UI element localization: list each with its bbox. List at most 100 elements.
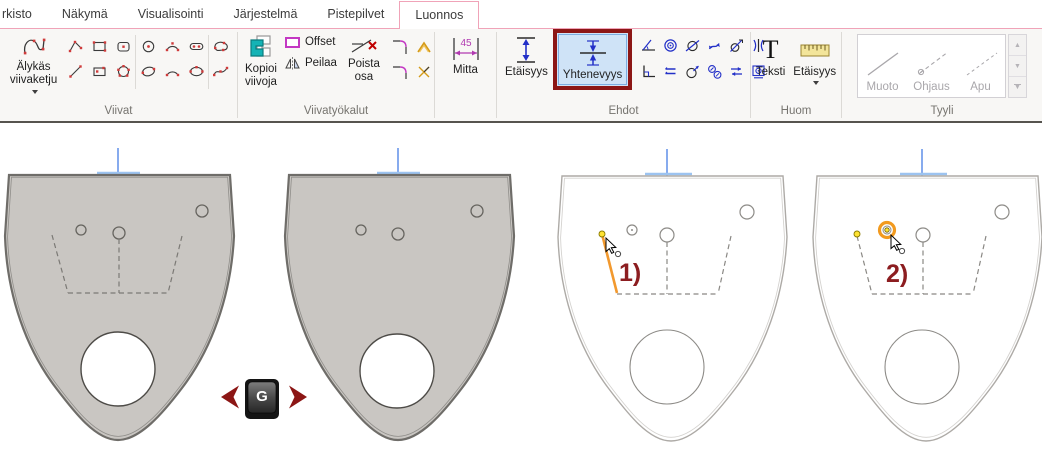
coincident-constraint-icon <box>576 37 610 69</box>
distance-annotation-button[interactable]: Etäisyys <box>789 32 840 87</box>
group-label-ehdot: Ehdot <box>497 105 750 121</box>
smart-line-chain-icon <box>21 34 47 58</box>
copy-lines-label: Kopioi viivoja <box>245 63 277 88</box>
coincident-constraint-label: Yhtenevyys <box>563 69 622 82</box>
arc-by-points-button[interactable] <box>160 60 184 83</box>
large-hole[interactable] <box>81 332 155 406</box>
connect-constraint-button[interactable] <box>702 34 726 57</box>
smart-line-chain-button[interactable]: Älykäs viivaketju <box>4 32 63 101</box>
tab-luonnos[interactable]: Luonnos <box>399 1 479 29</box>
polyline-button[interactable] <box>63 35 87 58</box>
coincident-constraint-button[interactable]: Yhtenevyys <box>558 34 627 85</box>
gallery-scroll-up-button[interactable]: ▲ <box>1009 35 1026 56</box>
gallery-more-button[interactable]: ▼ <box>1009 77 1026 97</box>
style-muoto[interactable]: Muoto <box>858 35 907 97</box>
large-hole[interactable] <box>885 330 959 404</box>
yhtenevyys-highlight-box: Yhtenevyys <box>553 29 632 90</box>
mirror-button[interactable]: Peilaa <box>282 53 339 74</box>
tab-pistepilvet[interactable]: Pistepilvet <box>312 1 399 28</box>
dimension-button[interactable]: 45 Mitta <box>445 32 487 79</box>
line-endpoint-handle[interactable] <box>599 231 605 237</box>
style-ohjaus[interactable]: Ohjaus <box>907 35 956 97</box>
plate-shaded[interactable] <box>285 148 514 440</box>
tab-jarjestelma[interactable]: Järjestelmä <box>219 1 313 28</box>
gallery-scroll-down-button[interactable]: ▼ <box>1009 56 1026 77</box>
trim-corner-button[interactable] <box>412 60 436 83</box>
perpendicular-constraint-button[interactable] <box>636 60 660 83</box>
slot-button[interactable] <box>184 35 208 58</box>
rounded-rectangle-button[interactable] <box>111 35 135 58</box>
equal-constraint-button[interactable] <box>724 60 748 83</box>
group-label-mitta <box>435 118 496 121</box>
hole-center-point <box>631 229 633 231</box>
chamfer-button[interactable] <box>412 35 436 58</box>
text-label: Teksti <box>756 66 785 79</box>
distance-constraint-icon <box>509 34 543 66</box>
distance-annotation-label: Etäisyys <box>793 66 836 79</box>
line-button[interactable] <box>63 60 87 83</box>
text-icon: T <box>763 34 779 66</box>
distance-constraint-button[interactable]: Etäisyys <box>501 32 552 81</box>
polygon-button[interactable] <box>111 60 135 83</box>
plate-shaded-with-sketch[interactable] <box>5 148 234 440</box>
tangent-constraint-button[interactable] <box>680 34 704 57</box>
style-muoto-label: Muoto <box>867 81 899 94</box>
tab-visualisointi[interactable]: Visualisointi <box>123 1 219 28</box>
construction-line-style-icon <box>961 49 1001 79</box>
group-label-tyyli: Tyyli <box>842 105 1042 121</box>
ellipse-by-points-button[interactable] <box>184 60 208 83</box>
rectangle-by-center-button[interactable] <box>87 60 111 83</box>
copy-lines-button[interactable]: Kopioi viivoja <box>242 32 280 90</box>
offset-label: Offset <box>305 36 335 49</box>
style-apu[interactable]: Apu <box>956 35 1005 97</box>
offset-button[interactable]: Offset <box>282 32 339 53</box>
tangent-point-constraint-button[interactable] <box>724 34 748 57</box>
tangent-arrow-constraint-button[interactable] <box>680 60 704 83</box>
group-tyyli: Muoto Ohjaus Apu ▲ ▼ <box>842 29 1042 121</box>
chevron-down-icon <box>32 90 38 94</box>
equal-radius-constraint-button[interactable] <box>702 60 726 83</box>
plate-sketch-step1[interactable]: 1) <box>558 149 787 441</box>
dimension-label: Mitta <box>453 64 478 77</box>
circle-by-center-button[interactable] <box>136 35 160 58</box>
smart-line-chain-label: Älykäs viivaketju <box>10 61 57 86</box>
drawing-canvas[interactable]: G 1) <box>0 123 1042 467</box>
step1-label: 1) <box>619 259 641 287</box>
ellipse-button[interactable] <box>136 60 160 83</box>
fillet-corner-button[interactable] <box>388 60 412 83</box>
line-endpoint-handle[interactable] <box>854 231 860 237</box>
style-ohjaus-label: Ohjaus <box>913 81 949 94</box>
concentric-constraint-button[interactable] <box>658 34 682 57</box>
ribbon-tab-bar: rkisto Näkymä Visualisointi Järjestelmä … <box>0 0 1042 28</box>
closed-spline-button[interactable] <box>209 35 233 58</box>
dashed-line-style-icon <box>912 49 952 79</box>
group-viivat: Älykäs viivaketju <box>0 29 237 121</box>
group-viivatyokalut: Kopioi viivoja Offset Peilaa <box>238 29 434 121</box>
text-button[interactable]: T Teksti <box>752 32 789 81</box>
step2-label: 2) <box>886 260 908 288</box>
style-apu-label: Apu <box>970 81 990 94</box>
dimension-icon: 45 <box>449 34 483 64</box>
tab-arkisto[interactable]: rkisto <box>0 1 47 28</box>
plate-sketch-step2[interactable]: 2) <box>813 149 1042 441</box>
parallel-constraint-button[interactable] <box>658 60 682 83</box>
rectangle-button[interactable] <box>87 35 111 58</box>
tab-nakyma[interactable]: Näkymä <box>47 1 123 28</box>
mirror-icon <box>284 56 301 71</box>
trim-button[interactable]: Poista osa <box>344 32 384 86</box>
group-mitta: 45 Mitta <box>435 29 496 121</box>
style-gallery: Muoto Ohjaus Apu <box>857 34 1006 98</box>
copy-lines-icon <box>248 34 274 60</box>
large-hole[interactable] <box>360 334 434 408</box>
gallery-scrollbar: ▲ ▼ ▼ <box>1008 34 1027 98</box>
large-hole[interactable] <box>630 330 704 404</box>
fillet-button[interactable] <box>388 35 412 58</box>
spline-button[interactable] <box>209 60 233 83</box>
mirror-label: Peilaa <box>305 57 337 70</box>
group-label-huom: Huom <box>751 105 841 121</box>
keyboard-hint: G <box>221 379 307 419</box>
angle-constraint-button[interactable] <box>636 34 660 57</box>
dimension-icon-value: 45 <box>460 38 472 49</box>
arc-button[interactable] <box>160 35 184 58</box>
trim-label: Poista osa <box>348 58 380 84</box>
